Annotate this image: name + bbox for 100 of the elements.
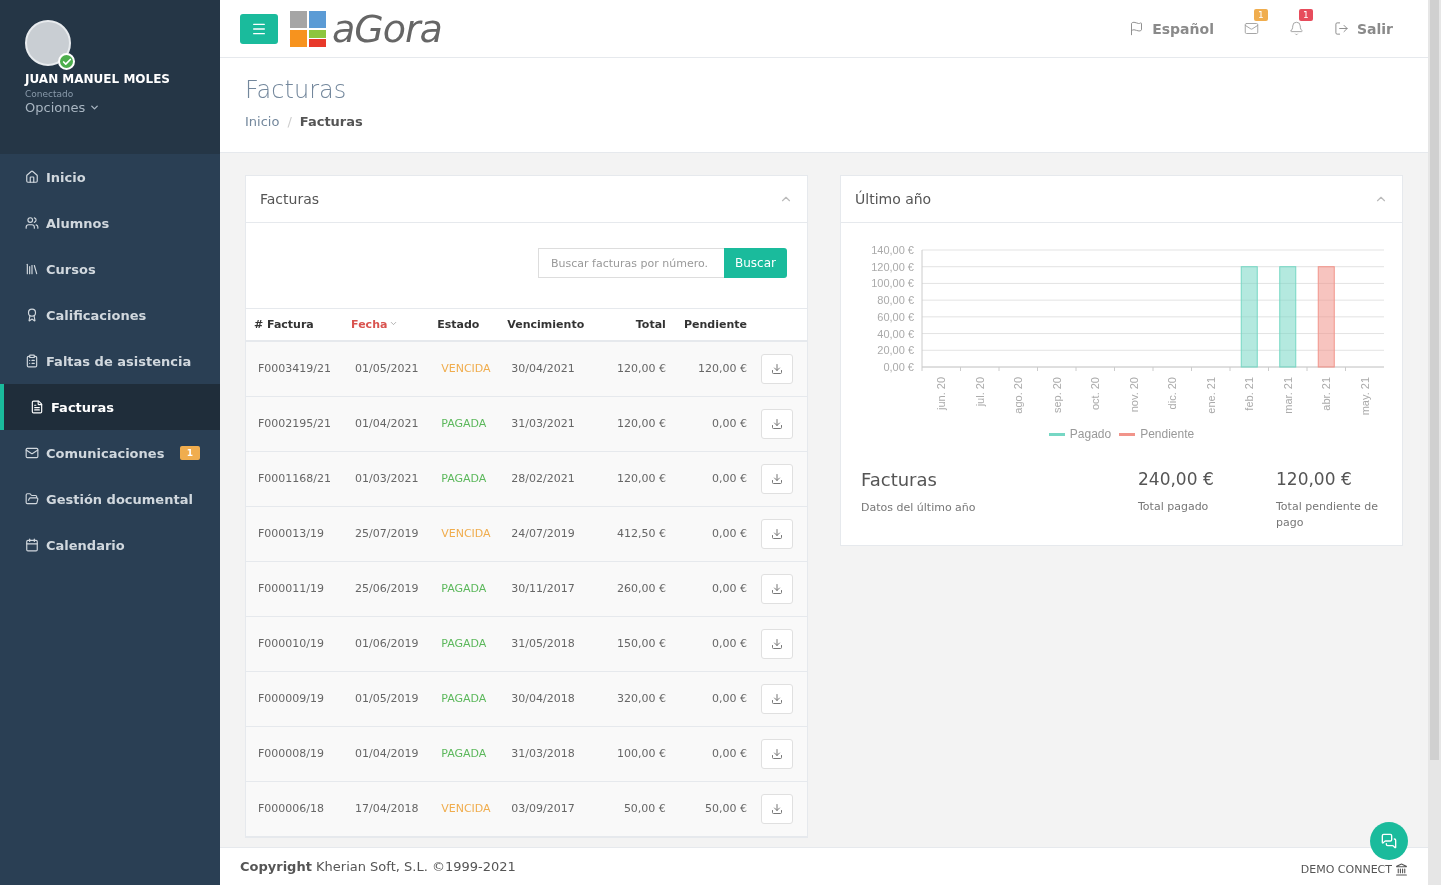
logo-text: aGora (332, 6, 442, 51)
table-cell: 01/05/2021 (343, 341, 430, 396)
sidebar-item[interactable]: Calificaciones (0, 292, 220, 338)
count-badge: 1 (1253, 9, 1268, 21)
sidebar-item[interactable]: Faltas de asistencia (0, 338, 220, 384)
table-cell: 50,00 € (596, 781, 666, 836)
page-title: Facturas (245, 76, 348, 104)
table-cell: 0,00 € (665, 616, 747, 671)
x-tick-label: feb. 21 (1243, 377, 1256, 411)
status-cell: PAGADA (429, 616, 500, 671)
table-cell: 28/02/2021 (499, 451, 597, 506)
copyright-text: Copyright Kherian Soft, S.L. ©1999-2021 (240, 859, 516, 874)
y-tick-label: 140,00 € (871, 244, 914, 256)
sidebar-item[interactable]: Alumnos (0, 200, 220, 246)
table-cell: 30/04/2021 (499, 341, 597, 396)
stat-value: 240,00 € (1138, 469, 1215, 489)
table-cell: F0002195/21 (246, 396, 344, 451)
table-cell: 24/07/2019 (499, 506, 597, 561)
y-tick-label: 40,00 € (877, 327, 914, 340)
table-cell: 25/06/2019 (343, 561, 430, 616)
status-cell: PAGADA (429, 396, 500, 451)
table-cell: 260,00 € (596, 561, 666, 616)
y-tick-label: 0,00 € (883, 361, 914, 373)
x-tick-label: jul. 20 (973, 377, 986, 407)
table-cell: 0,00 € (665, 396, 747, 451)
table-cell: 120,00 € (596, 451, 666, 506)
table-cell: 120,00 € (665, 341, 747, 396)
y-tick-label: 80,00 € (877, 294, 914, 307)
table-cell: 25/07/2019 (343, 506, 430, 561)
status-cell: PAGADA (429, 561, 500, 616)
x-tick-label: may. 21 (1358, 377, 1371, 416)
y-tick-label: 60,00 € (877, 310, 914, 323)
sidebar-item[interactable]: Comunicaciones 1 (0, 430, 220, 476)
y-tick-label: 100,00 € (871, 277, 914, 290)
y-tick-label: 120,00 € (871, 260, 914, 273)
table-cell: 31/03/2021 (499, 396, 597, 451)
table-cell: 412,50 € (596, 506, 666, 561)
x-tick-label: oct. 20 (1089, 377, 1102, 411)
table-cell: F0003419/21 (246, 341, 344, 396)
table-cell: F000011/19 (246, 561, 344, 616)
sidebar-item[interactable]: Gestión documental (0, 476, 220, 522)
x-tick-label: ene. 21 (1204, 377, 1217, 414)
table-cell: 01/04/2021 (343, 396, 430, 451)
y-tick-label: 20,00 € (877, 344, 914, 357)
table-cell: F000013/19 (246, 506, 344, 561)
table-cell: 0,00 € (665, 451, 747, 506)
table-cell: 30/11/2017 (499, 561, 597, 616)
table-cell: 120,00 € (596, 341, 666, 396)
table-cell: 150,00 € (596, 616, 666, 671)
table-cell: F000009/19 (246, 671, 344, 726)
table-cell: 0,00 € (665, 561, 747, 616)
status-cell: PAGADA (429, 726, 500, 781)
table-cell: 31/03/2018 (499, 726, 597, 781)
panel-title: Facturas (260, 191, 320, 207)
summary-subtitle: Datos del último año (861, 500, 977, 516)
table-cell: F0001168/21 (246, 451, 344, 506)
status-cell: VENCIDA (429, 341, 500, 396)
stat-label: Total pendiente de pago (1276, 499, 1379, 531)
table-cell: 30/04/2018 (499, 671, 597, 726)
x-tick-label: abr. 21 (1320, 377, 1333, 411)
table-cell: F000010/19 (246, 616, 344, 671)
count-badge: 1 (179, 446, 200, 460)
table-cell: 03/09/2017 (499, 781, 597, 836)
sidebar-item[interactable]: Calendario (0, 522, 220, 568)
breadcrumb-link[interactable]: Facturas (299, 114, 363, 129)
table-cell: 0,00 € (665, 671, 747, 726)
x-tick-label: dic. 20 (1166, 377, 1179, 410)
x-tick-label: mar. 21 (1281, 377, 1294, 414)
options-dropdown[interactable]: Opciones (25, 100, 101, 115)
panel-title: Último año (855, 191, 932, 207)
status-cell: PAGADA (429, 671, 500, 726)
table-cell: 0,00 € (665, 726, 747, 781)
table-cell: 0,00 € (665, 506, 747, 561)
table-cell: 01/03/2021 (343, 451, 430, 506)
count-badge: 1 (1298, 9, 1313, 21)
sidebar-item[interactable]: Facturas (0, 384, 220, 430)
table-cell: F000006/18 (246, 781, 344, 836)
table-cell: 120,00 € (596, 396, 666, 451)
table-cell: 320,00 € (596, 671, 666, 726)
summary-title: Facturas (861, 469, 938, 490)
x-tick-label: jun. 20 (935, 377, 948, 411)
legend-item: Pagado (1048, 427, 1112, 441)
brand-text: DEMO CONNECT (1300, 863, 1392, 876)
sidebar-item[interactable]: Inicio (0, 154, 220, 200)
x-tick-label: ago. 20 (1012, 377, 1025, 414)
breadcrumb-separator: / (287, 114, 292, 129)
table-cell: 01/06/2019 (343, 616, 430, 671)
table-cell: 100,00 € (596, 726, 666, 781)
breadcrumb-link[interactable]: Inicio (245, 114, 280, 129)
table-cell: 01/04/2019 (343, 726, 430, 781)
sidebar-item[interactable]: Cursos (0, 246, 220, 292)
user-status: Conectado (25, 89, 75, 99)
status-cell: VENCIDA (429, 781, 500, 836)
user-name: JUAN MANUEL MOLES (25, 72, 171, 86)
x-tick-label: sep. 20 (1050, 377, 1063, 414)
table-cell: F000008/19 (246, 726, 344, 781)
table-cell: 01/05/2019 (343, 671, 430, 726)
table-cell: 31/05/2018 (499, 616, 597, 671)
search-field[interactable]: Buscar facturas por número. (538, 248, 724, 278)
legend-item: Pendiente (1119, 427, 1195, 441)
